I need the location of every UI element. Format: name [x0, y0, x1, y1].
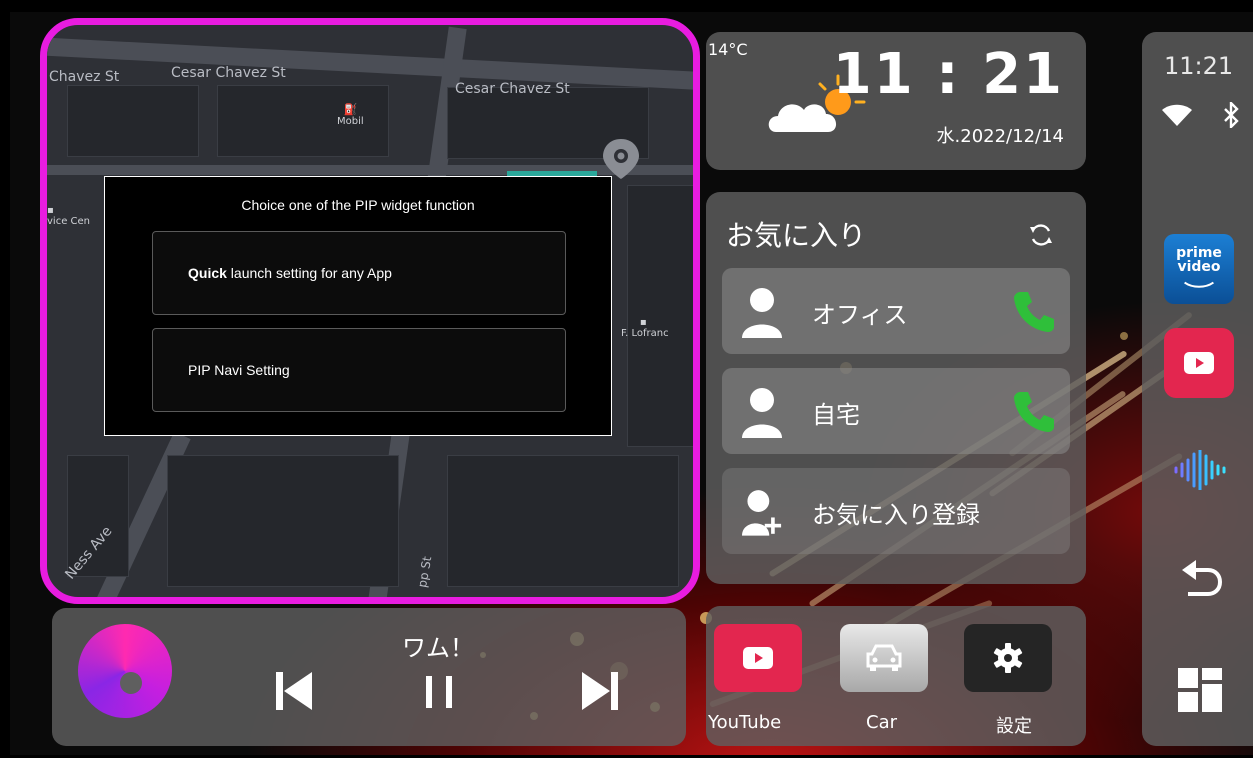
song-title: ワム！: [402, 634, 474, 662]
wifi-icon: [1162, 104, 1192, 126]
music-app-icon[interactable]: [78, 624, 172, 718]
car-label: Car: [866, 712, 897, 733]
youtube-app-button[interactable]: [714, 624, 802, 692]
side-dock: 11:21 prime video: [1142, 32, 1253, 746]
phone-call-icon[interactable]: [1012, 388, 1058, 434]
add-person-icon: [742, 490, 782, 536]
add-favorite-button[interactable]: お気に入り登録: [722, 468, 1070, 554]
car-icon: [866, 644, 902, 671]
bluetooth-icon: [1224, 102, 1239, 128]
clock-time: 11 : 21: [832, 42, 1064, 107]
quick-launch-option[interactable]: Quick launch setting for any App: [152, 231, 566, 315]
app-grid-icon[interactable]: [1178, 668, 1222, 712]
poi-right: ▪ F. Lofranc: [621, 317, 669, 339]
poi-left: ▪ vice Cen: [47, 205, 90, 227]
person-icon: [742, 288, 782, 338]
back-icon[interactable]: [1180, 560, 1224, 600]
settings-app-button[interactable]: [964, 624, 1052, 692]
location-pin-icon[interactable]: [599, 137, 643, 181]
option-bold-text: Quick: [188, 265, 227, 281]
street-label: pp St: [415, 555, 435, 589]
settings-label: 設定: [996, 716, 1032, 737]
youtube-icon: [743, 647, 773, 669]
gear-icon: [993, 643, 1023, 673]
pip-function-dialog: Choice one of the PIP widget function Qu…: [104, 176, 612, 436]
temperature: 14°C: [708, 40, 748, 59]
favorite-office[interactable]: オフィス: [722, 268, 1070, 354]
pause-icon[interactable]: [420, 670, 460, 712]
street-label: Cesar Chavez St: [455, 81, 570, 97]
music-player-widget: ワム！: [52, 608, 686, 746]
favorite-label: お気に入り登録: [812, 501, 980, 529]
phone-call-icon[interactable]: [1012, 288, 1058, 334]
poi-label: Mobil: [337, 116, 364, 127]
clock-date: 水.2022/12/14: [936, 126, 1064, 147]
previous-track-icon[interactable]: [274, 670, 314, 712]
favorites-widget: お気に入り オフィス 自宅 お気に入り登録: [706, 192, 1086, 584]
poi-label: F. Lofranc: [621, 328, 669, 339]
app-shortcuts-widget: YouTube Car 設定: [706, 606, 1086, 746]
youtube-icon: [1184, 352, 1214, 374]
favorites-title: お気に入り: [726, 219, 867, 252]
poi-icon: ▪: [47, 205, 54, 216]
next-track-icon[interactable]: [580, 670, 620, 712]
option-text: launch setting for any App: [226, 265, 392, 281]
dialog-title: Choice one of the PIP widget function: [241, 197, 475, 213]
smile-arrow-icon: [1184, 281, 1214, 288]
prime-video-app-button[interactable]: prime video: [1164, 234, 1234, 304]
prime-video-label: prime: [1176, 245, 1222, 261]
refresh-icon[interactable]: [1028, 222, 1054, 248]
fuel-icon: ⛽: [343, 103, 358, 116]
clock-weather-widget[interactable]: 14°C 11 : 21 水.2022/12/14: [706, 32, 1086, 170]
person-icon: [742, 388, 782, 438]
youtube-dock-button[interactable]: [1164, 328, 1234, 398]
prime-video-label: video: [1177, 259, 1221, 275]
poi-icon: ▪: [639, 317, 647, 328]
favorite-home[interactable]: 自宅: [722, 368, 1070, 454]
youtube-label: YouTube: [708, 712, 782, 733]
pip-navi-setting-option[interactable]: PIP Navi Setting: [152, 328, 566, 412]
poi-label: vice Cen: [47, 216, 90, 227]
favorite-label: オフィス: [812, 301, 908, 329]
favorite-label: 自宅: [812, 401, 860, 429]
poi-mobil: ⛽ Mobil: [337, 103, 364, 127]
car-app-button[interactable]: [840, 624, 928, 692]
street-label: Chavez St: [49, 69, 120, 85]
status-time: 11:21: [1164, 52, 1234, 80]
voice-assistant-icon[interactable]: [1172, 450, 1228, 490]
option-text: PIP Navi Setting: [188, 362, 290, 378]
street-label: Cesar Chavez St: [171, 65, 286, 81]
